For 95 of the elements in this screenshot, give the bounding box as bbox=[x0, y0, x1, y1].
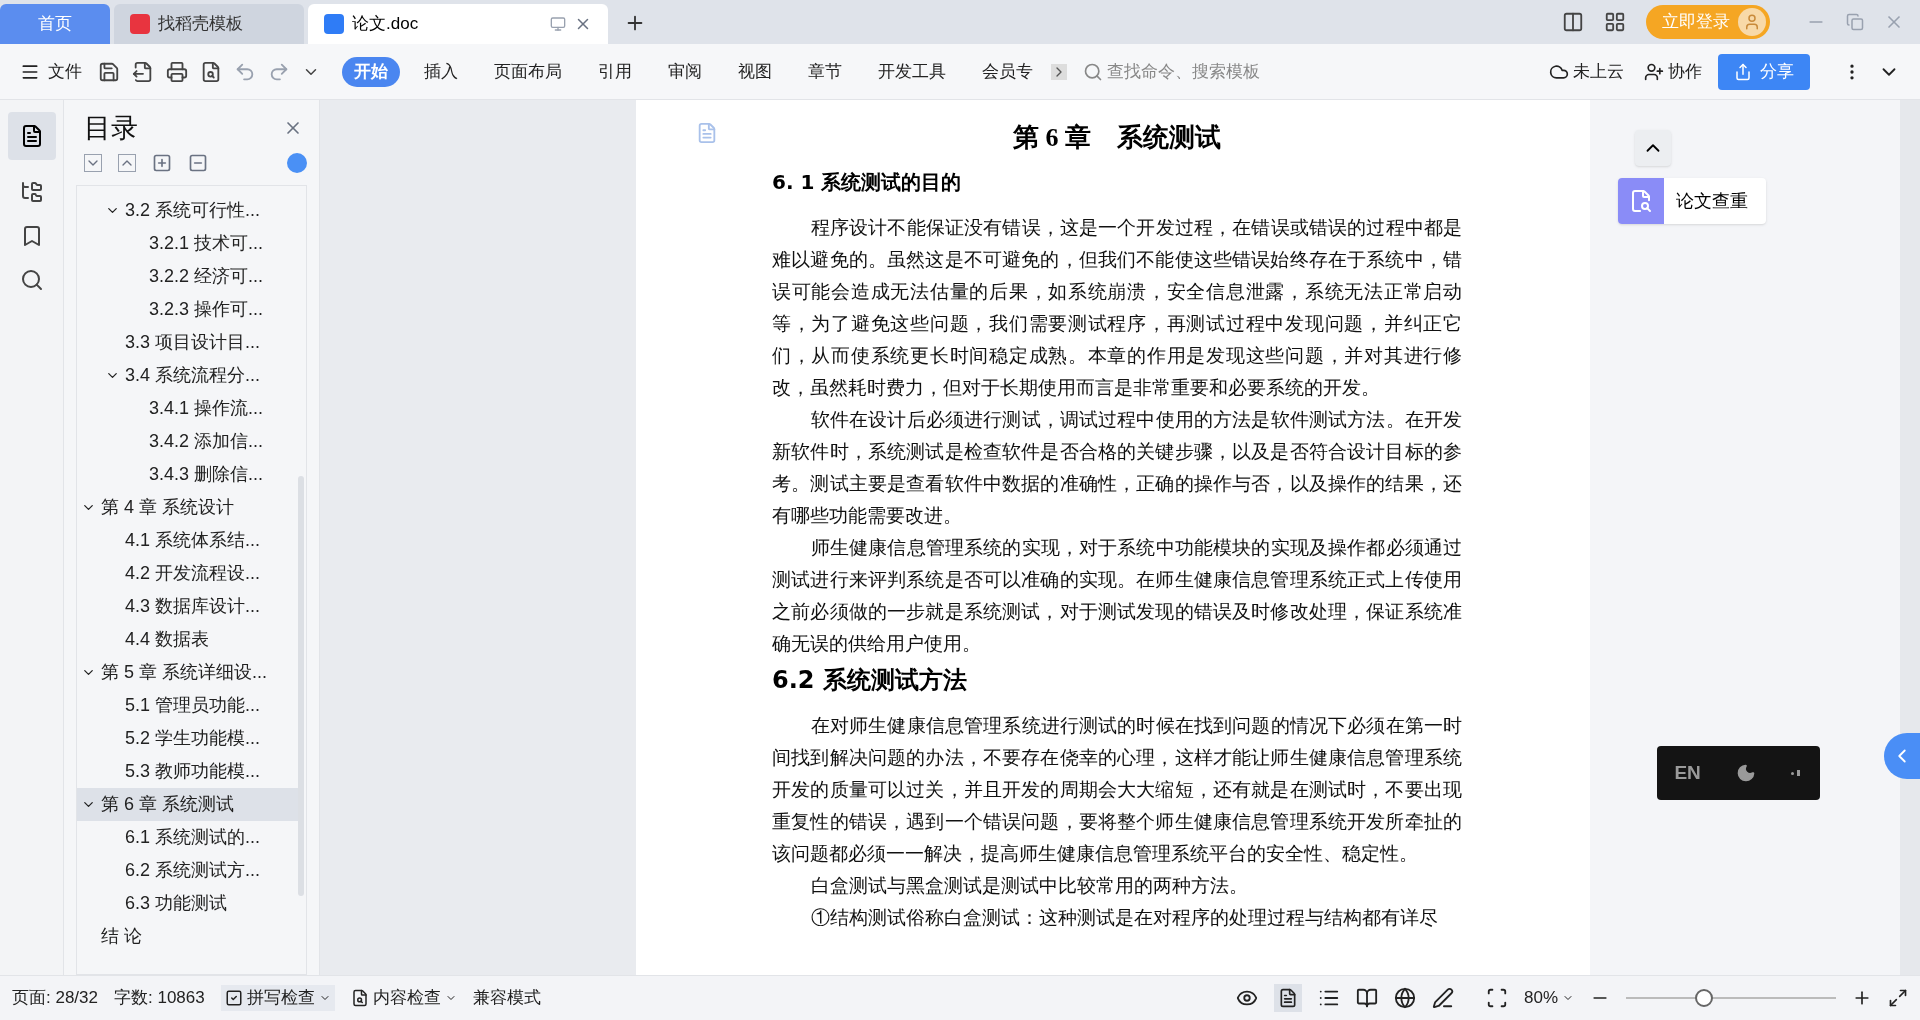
body-paragraph: 软件在设计后必须进行测试，调试过程中使用的方法是软件测试方法。在开发新软件时，系统测试是检查软件是否合格的关键步骤，以及是否符合设计目标的参考。测试主要是查看软件中数据的准确性，正确的操作与否，以及操作的结果，还有哪些功能需要改进。 bbox=[772, 408, 1462, 528]
search-field[interactable]: 查找命令、搜索模板 bbox=[1083, 58, 1307, 85]
plagiarism-check-button[interactable]: 论文查重 bbox=[1618, 178, 1766, 224]
document-search-icon bbox=[350, 989, 369, 1007]
toc-item[interactable]: 3.4.1 操作流... bbox=[77, 391, 298, 425]
more-tabs-icon[interactable] bbox=[1051, 63, 1067, 80]
toc-item[interactable]: 3.4.3 删除信... bbox=[77, 457, 298, 491]
export-icon[interactable] bbox=[132, 60, 154, 83]
avatar-icon bbox=[1738, 8, 1766, 36]
fullscreen-icon[interactable] bbox=[1888, 988, 1908, 1008]
monitor-icon[interactable] bbox=[550, 16, 566, 32]
tab-label: 找稻壳模板 bbox=[158, 13, 243, 36]
content-check-button[interactable]: 内容检查 bbox=[350, 985, 457, 1011]
save-icon[interactable] bbox=[98, 60, 120, 83]
ribbon-tab[interactable]: 审阅 bbox=[656, 56, 714, 87]
body-paragraph: ①结构测试俗称白盒测试：这种测试是在对程序的处理过程与结构都有详尽 bbox=[809, 906, 1439, 930]
print-icon[interactable] bbox=[166, 60, 188, 83]
tab-label: 首页 bbox=[38, 13, 72, 36]
body-paragraph: 白盒测试与黑盒测试是测试中比较常用的两种方法。 bbox=[809, 874, 1249, 898]
toc-item[interactable]: 3.4.2 添加信... bbox=[77, 424, 298, 458]
toc-item[interactable]: 结 论 bbox=[77, 919, 298, 953]
page-view-icon[interactable] bbox=[1273, 984, 1302, 1012]
eject-icon[interactable] bbox=[1635, 130, 1671, 166]
book-icon[interactable] bbox=[1355, 987, 1378, 1009]
document-tab[interactable]: 找稻壳模板 bbox=[114, 4, 304, 44]
toc-item[interactable]: 4.3 数据库设计... bbox=[77, 589, 298, 623]
scrollbar[interactable] bbox=[298, 475, 304, 896]
ribbon-tab[interactable]: 引用 bbox=[586, 56, 644, 87]
section-heading: 6. 1 系统测试的目的 bbox=[772, 169, 963, 196]
toc-item[interactable]: 6.2 系统测试方... bbox=[77, 853, 298, 887]
toc-item[interactable]: 第 4 章 系统设计 bbox=[77, 490, 298, 524]
chapter-title: 第 6 章 系统测试 bbox=[1012, 122, 1222, 154]
spell-check-button[interactable]: 拼写检查 bbox=[220, 985, 335, 1011]
document-search-icon bbox=[1629, 189, 1653, 213]
toc-item[interactable]: 5.3 教师功能模... bbox=[77, 754, 298, 788]
document-tab[interactable]: 论文.doc bbox=[308, 4, 608, 44]
scrollbar[interactable] bbox=[1900, 100, 1920, 975]
toc-item[interactable]: 3.2.1 技术可... bbox=[77, 226, 298, 260]
toc-item[interactable]: 4.2 开发流程设... bbox=[77, 556, 298, 590]
body-paragraph: 在对师生健康信息管理系统进行测试的时候在找到问题的情况下必须在第一时间找到解决问题的办法，不要存在侥幸的心理，这样才能让师生健康信息管理系统开发的质量可以过关，并且开发的周期会大大缩短，还有就是在测试时，不要出现重复性的错误，遇到一个错误问题，要将整个师生健康信息管理系统开发所牵扯的该问题都必须一一解决，提高师生健康信息管理系统平台的安全性、稳定性。 bbox=[772, 714, 1462, 866]
fit-icon[interactable] bbox=[1485, 987, 1508, 1009]
toc-item[interactable]: 4.1 系统体系结... bbox=[77, 523, 298, 557]
preview-icon[interactable] bbox=[200, 60, 222, 83]
search-icon bbox=[1083, 61, 1103, 82]
toc-item[interactable]: 3.2.2 经济可... bbox=[77, 259, 298, 293]
page-count[interactable]: 页面: 28/32 bbox=[12, 985, 98, 1011]
toc-item[interactable]: 3.2 系统可行性... bbox=[77, 193, 298, 227]
toc-item[interactable]: 3.2.3 操作可... bbox=[77, 292, 298, 326]
share-icon bbox=[1734, 62, 1752, 81]
body-paragraph: 程序设计不能保证没有错误，这是一个开发过程，在错误或错误的过程中都是难以避免的。虽然这是不可避免的，但我们不能使这些错误始终存在于系统中，错误可能会造成无法估量的后果，如系统崩溃，安全信息泄露，系统无法正常启动等，为了避免这些问题，我们需要测试程序，再测试过程中发现问题，并纠正它们，从而使系统更长时间稳定成熟。本章的作用是发现这些问题，并对其进行修改，虽然耗时费力，但对于长期使用而言是非常重要和必要系统的开发。 bbox=[772, 216, 1462, 400]
tab-label: 论文.doc bbox=[352, 13, 419, 36]
toc-item[interactable]: 5.1 管理员功能... bbox=[77, 688, 298, 722]
plus-icon[interactable] bbox=[152, 152, 172, 173]
ribbon-tab[interactable]: 开发工具 bbox=[866, 56, 958, 87]
assistant-icon[interactable] bbox=[287, 152, 307, 173]
ribbon-tab[interactable]: 开始 bbox=[342, 56, 400, 87]
ribbon-tab[interactable]: 章节 bbox=[796, 56, 854, 87]
expand-icon[interactable] bbox=[84, 153, 102, 172]
toc-item[interactable]: 6.3 功能测试 bbox=[77, 886, 298, 920]
search-icon[interactable] bbox=[19, 268, 44, 292]
section-heading: 6.2 系统测试方法 bbox=[772, 665, 968, 696]
toc-item[interactable]: 3.3 项目设计目... bbox=[77, 325, 298, 359]
grid-icon[interactable] bbox=[1604, 11, 1626, 33]
minus-icon[interactable] bbox=[188, 152, 208, 173]
zoom-slider-thumb[interactable] bbox=[1694, 989, 1713, 1007]
punctuation-icon[interactable] bbox=[1790, 768, 1803, 778]
ribbon-tab[interactable]: 会员专 bbox=[970, 56, 1045, 87]
add-user-icon bbox=[1644, 61, 1664, 82]
panel-title: 目录 bbox=[84, 112, 138, 145]
toc-item[interactable]: 第 6 章 系统测试 bbox=[77, 787, 298, 821]
toc-item[interactable]: 5.2 学生功能模... bbox=[77, 721, 298, 755]
toc-icon[interactable] bbox=[7, 112, 56, 160]
toc-item[interactable]: 6.1 系统测试的... bbox=[77, 820, 298, 854]
layout-icon[interactable] bbox=[1562, 11, 1584, 33]
toc-item[interactable]: 第 5 章 系统详细设... bbox=[77, 655, 298, 689]
ribbon-tab[interactable]: 视图 bbox=[726, 56, 784, 87]
ribbon-tab[interactable]: 页面布局 bbox=[482, 56, 574, 87]
moon-icon[interactable] bbox=[1735, 763, 1756, 783]
collapse-icon[interactable] bbox=[118, 153, 136, 172]
cloud-button[interactable]: 未上云 bbox=[1549, 58, 1624, 85]
share-button[interactable]: 分享 bbox=[1718, 53, 1810, 90]
web-icon[interactable] bbox=[1393, 987, 1416, 1009]
navigation-icon[interactable] bbox=[19, 180, 44, 204]
collaborate-button[interactable]: 协作 bbox=[1644, 58, 1702, 85]
file-menu-button[interactable]: 文件 bbox=[20, 58, 82, 85]
checkbox-icon bbox=[224, 989, 243, 1007]
body-paragraph: 师生健康信息管理系统的实现，对于系统中功能模块的实现及操作都必须通过测试进行来评判系统是否可以准确的实现。在师生健康信息管理系统正式上传使用之前必须做的一步就是系统测试，对于测试发现的错误及时修改处理，保证系统准确无误的供给用户使用。 bbox=[772, 536, 1462, 656]
toc-item[interactable]: 3.4 系统流程分... bbox=[77, 358, 298, 392]
toc-item[interactable]: 4.4 数据表 bbox=[77, 622, 298, 656]
input-mode[interactable]: EN bbox=[1674, 758, 1701, 788]
ribbon-tab[interactable]: 插入 bbox=[412, 56, 470, 87]
compat-mode: 兼容模式 bbox=[472, 987, 541, 1010]
word-count[interactable]: 字数: 10863 bbox=[114, 985, 205, 1011]
pen-icon[interactable] bbox=[1431, 987, 1454, 1009]
zoom-dropdown[interactable]: 80% bbox=[1523, 985, 1574, 1011]
